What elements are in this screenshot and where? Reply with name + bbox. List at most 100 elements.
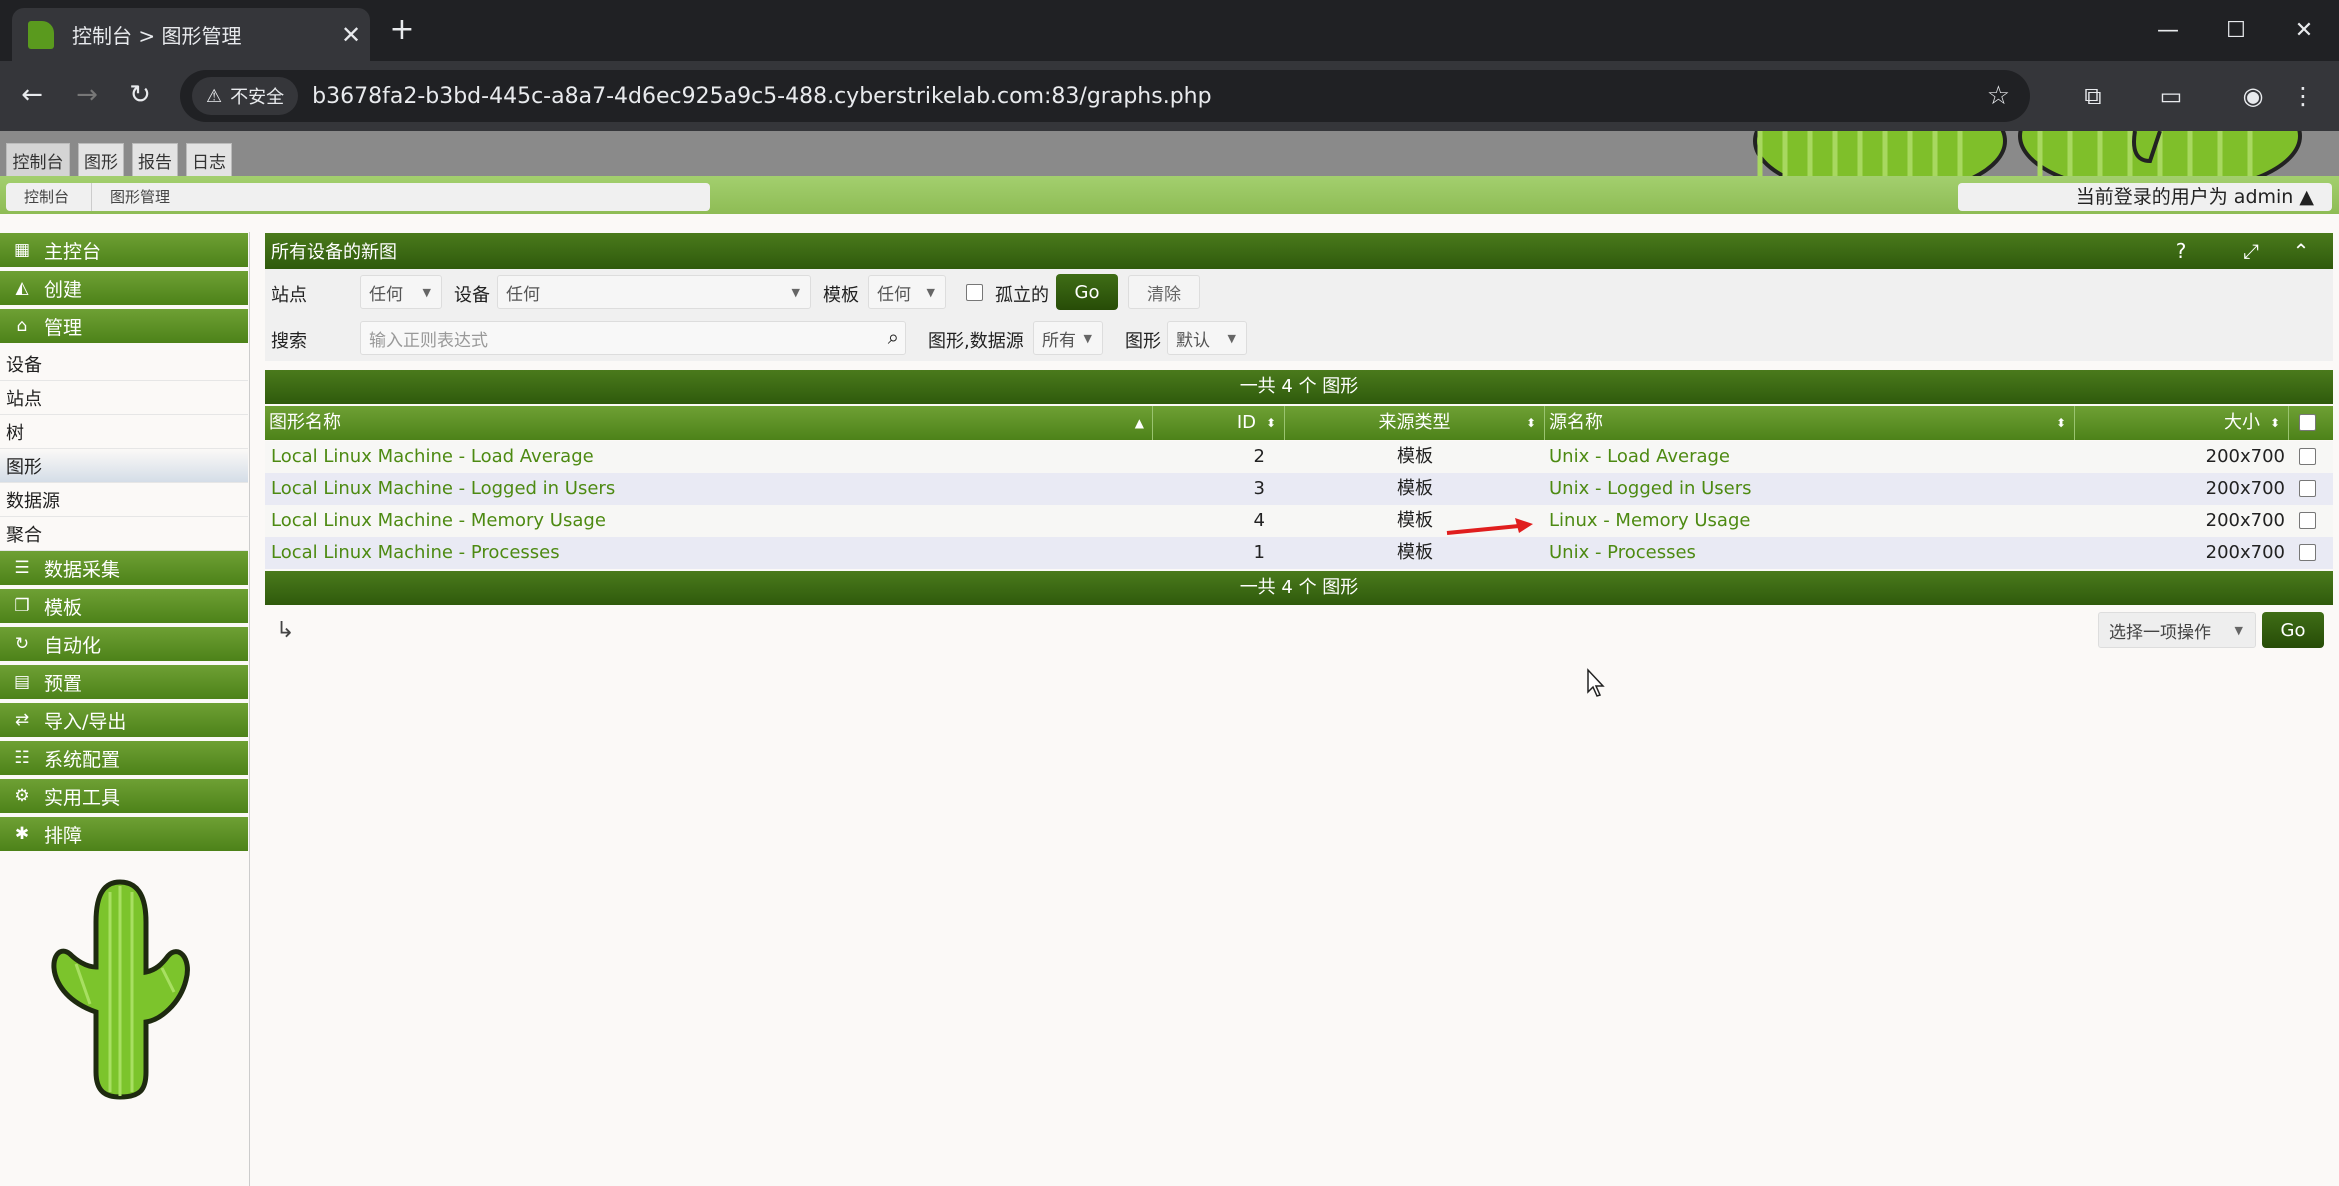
- row-checkbox[interactable]: [2299, 512, 2316, 529]
- enter-arrow-icon: ↳: [276, 618, 295, 643]
- graph-name-link[interactable]: Local Linux Machine - Memory Usage: [271, 505, 606, 537]
- chevron-down-icon: ▼: [1227, 331, 1236, 345]
- breadcrumb-console[interactable]: 控制台: [6, 183, 91, 211]
- security-chip[interactable]: ⚠ 不安全: [192, 77, 299, 115]
- site-label: 站点: [271, 285, 307, 306]
- sidebar-create[interactable]: ◭ 创建: [0, 271, 248, 305]
- browser-titlebar: 控制台 > 图形管理 ✕ + — ☐ ✕: [0, 0, 2339, 61]
- graph-datasource-label: 图形,数据源: [928, 331, 1024, 352]
- column-source-name[interactable]: 源名称 ⬍: [1545, 406, 2075, 440]
- chevron-down-icon: ▼: [2234, 623, 2243, 637]
- search-input[interactable]: 输入正则表达式 ⌕: [360, 321, 906, 355]
- window-close-icon[interactable]: ✕: [2270, 0, 2338, 60]
- tab-close-icon[interactable]: ✕: [332, 21, 370, 49]
- tab-graphs[interactable]: 图形: [78, 143, 124, 176]
- warning-icon: ⚠: [206, 85, 223, 107]
- breadcrumb-graph-management[interactable]: 图形管理: [91, 183, 192, 211]
- refresh-icon: ↻: [14, 634, 30, 654]
- template-select[interactable]: 任何 ▼: [868, 275, 946, 309]
- forward-icon[interactable]: →: [67, 75, 107, 115]
- extensions-icon[interactable]: ⧉: [2072, 75, 2114, 117]
- source-name-link[interactable]: Unix - Logged in Users: [1549, 473, 1752, 505]
- home-icon: ⌂: [16, 316, 28, 336]
- column-graph-name[interactable]: 图形名称 ▲: [265, 406, 1153, 440]
- fullscreen-icon[interactable]: ⤢: [2237, 237, 2265, 265]
- reload-icon[interactable]: ↻: [120, 75, 160, 115]
- help-icon[interactable]: ?: [2167, 237, 2195, 265]
- tab-reports[interactable]: 报告: [132, 143, 178, 176]
- sidebar-manage[interactable]: ⌂ 管理: [0, 309, 248, 343]
- column-size[interactable]: 大小 ⬍: [2075, 406, 2289, 440]
- action-select[interactable]: 选择一项操作 ▼: [2098, 612, 2256, 648]
- chevron-down-icon: ▼: [791, 285, 800, 299]
- source-type: 模板: [1397, 542, 1433, 563]
- database-icon: ☰: [14, 558, 30, 578]
- filter-row-2: 搜索 输入正则表达式 ⌕ 图形,数据源 所有 ▼ 图形 默认 ▼: [265, 315, 2333, 361]
- sidebar-item-sites[interactable]: 站点: [0, 381, 248, 415]
- tab-console[interactable]: 控制台: [6, 143, 70, 176]
- sidebar-presets[interactable]: ▤ 预置: [0, 665, 248, 699]
- graph-name-link[interactable]: Local Linux Machine - Load Average: [271, 441, 594, 473]
- sidebar-item-devices[interactable]: 设备: [0, 347, 248, 381]
- url-text[interactable]: b3678fa2-b3bd-445c-a8a7-4d6ec925a9c5-488…: [312, 84, 1987, 109]
- profile-icon[interactable]: ◉: [2232, 75, 2274, 117]
- action-go-button[interactable]: Go: [2262, 612, 2324, 648]
- logged-in-user[interactable]: 当前登录的用户为 admin ▲: [1958, 183, 2332, 211]
- sidebar-troubleshooting[interactable]: ✱ 排障: [0, 817, 248, 851]
- select-all-checkbox[interactable]: [2299, 414, 2316, 431]
- column-source-type[interactable]: 来源类型 ⬍: [1285, 406, 1545, 440]
- cogs-icon: ⚙: [14, 786, 30, 806]
- sidebar-configuration[interactable]: ☷ 系统配置: [0, 741, 248, 775]
- device-select[interactable]: 任何 ▼: [497, 275, 811, 309]
- sidebar-item-aggregates[interactable]: 聚合: [0, 517, 248, 551]
- sidebar-item-trees[interactable]: 树: [0, 415, 248, 449]
- browser-tab[interactable]: 控制台 > 图形管理 ✕: [12, 8, 370, 61]
- filter-clear-button[interactable]: 清除: [1128, 275, 1200, 309]
- minimize-icon[interactable]: —: [2134, 0, 2202, 60]
- source-name-link[interactable]: Unix - Load Average: [1549, 441, 1730, 473]
- sliders-icon: ☷: [14, 748, 30, 768]
- address-bar[interactable]: ⚠ 不安全 b3678fa2-b3bd-445c-a8a7-4d6ec925a9…: [180, 70, 2030, 122]
- table-row[interactable]: Local Linux Machine - Logged in Users 3 …: [265, 473, 2333, 505]
- collapse-icon[interactable]: ⌃: [2287, 237, 2315, 265]
- table-row[interactable]: Local Linux Machine - Memory Usage 4 模板 …: [265, 505, 2333, 537]
- sidebar-console[interactable]: ▦ 主控台: [0, 233, 248, 267]
- menu-icon[interactable]: ⋮: [2282, 75, 2324, 117]
- red-arrow-annotation: [1446, 518, 1533, 535]
- sidebar-data-collection[interactable]: ☰ 数据采集: [0, 551, 248, 585]
- table-row[interactable]: Local Linux Machine - Processes 1 模板 Uni…: [265, 537, 2333, 569]
- table-row[interactable]: Local Linux Machine - Load Average 2 模板 …: [265, 441, 2333, 473]
- column-id[interactable]: ID ⬍: [1153, 406, 1285, 440]
- source-name-link[interactable]: Unix - Processes: [1549, 537, 1696, 569]
- row-checkbox[interactable]: [2299, 448, 2316, 465]
- search-icon[interactable]: ⌕: [888, 325, 899, 349]
- site-select[interactable]: 任何 ▼: [360, 275, 442, 309]
- sidebar-automation[interactable]: ↻ 自动化: [0, 627, 248, 661]
- new-tab-button[interactable]: +: [382, 12, 422, 48]
- sidebar-utilities[interactable]: ⚙ 实用工具: [0, 779, 248, 813]
- browser-toolbar: ← → ↻ ⚠ 不安全 b3678fa2-b3bd-445c-a8a7-4d6e…: [0, 61, 2339, 131]
- graph-id: 4: [1253, 510, 1265, 531]
- maximize-icon[interactable]: ☐: [2202, 0, 2270, 60]
- graph-datasource-select[interactable]: 所有 ▼: [1033, 321, 1103, 355]
- graph-name-link[interactable]: Local Linux Machine - Processes: [271, 537, 560, 569]
- graph-name-link[interactable]: Local Linux Machine - Logged in Users: [271, 473, 615, 505]
- filter-go-button[interactable]: Go: [1056, 274, 1118, 310]
- row-checkbox[interactable]: [2299, 544, 2316, 561]
- row-checkbox[interactable]: [2299, 480, 2316, 497]
- cacti-favicon-icon: [28, 20, 54, 49]
- source-name-link[interactable]: Linux - Memory Usage: [1549, 505, 1750, 537]
- cast-icon[interactable]: ▭: [2150, 75, 2192, 117]
- back-icon[interactable]: ←: [12, 75, 52, 115]
- sidebar-templates[interactable]: ❐ 模板: [0, 589, 248, 623]
- sidebar-item-graphs[interactable]: 图形: [0, 449, 248, 483]
- source-type: 模板: [1397, 446, 1433, 467]
- sidebar-import-export[interactable]: ⇄ 导入/导出: [0, 703, 248, 737]
- bookmark-star-icon[interactable]: ☆: [1987, 81, 2010, 111]
- orphan-checkbox[interactable]: [966, 284, 983, 301]
- graph-size: 200x700: [2205, 446, 2285, 467]
- tab-logs[interactable]: 日志: [186, 143, 232, 176]
- graph-select[interactable]: 默认 ▼: [1167, 321, 1247, 355]
- panel-header: 所有设备的新图 ? ⤢ ⌃: [265, 233, 2333, 269]
- sidebar-item-data-sources[interactable]: 数据源: [0, 483, 248, 517]
